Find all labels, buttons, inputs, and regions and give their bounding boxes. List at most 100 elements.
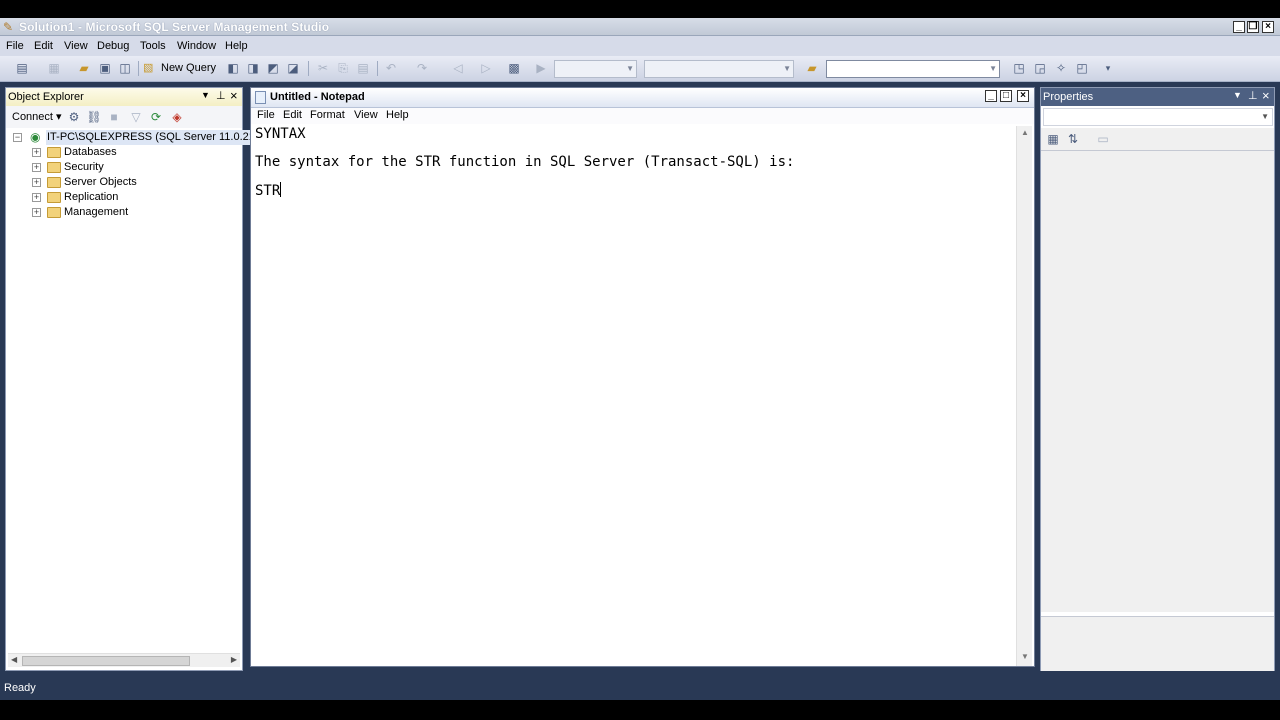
notepad-icon <box>255 91 266 104</box>
tree-item-server-objects[interactable]: + Server Objects <box>6 175 242 190</box>
pin-icon[interactable]: ⊥ <box>216 89 226 102</box>
solution-platform-combo[interactable]: ▼ <box>644 60 794 78</box>
folder-icon <box>47 177 61 188</box>
add-item-icon[interactable]: ▦ <box>46 60 62 76</box>
tree-item-label: Server Objects <box>64 176 137 188</box>
close-button[interactable]: × <box>1262 21 1274 33</box>
activity-icon[interactable]: ◈ <box>169 109 185 125</box>
scroll-down-icon[interactable]: ▼ <box>1019 652 1031 664</box>
menu-view[interactable]: View <box>64 40 88 52</box>
horizontal-scrollbar[interactable]: ◀ ▶ <box>8 653 240 667</box>
categorized-icon[interactable]: ▦ <box>1045 131 1061 147</box>
toolbar-separator <box>308 61 309 76</box>
database-engine-query-icon[interactable]: ◧ <box>225 60 241 76</box>
tree-item-databases[interactable]: + Databases <box>6 145 242 160</box>
minimize-button[interactable]: _ <box>1233 21 1245 33</box>
expand-icon[interactable]: + <box>32 208 41 217</box>
expand-icon[interactable]: + <box>32 148 41 157</box>
restore-button[interactable]: ❐ <box>1247 21 1259 33</box>
app-title-bar[interactable]: ✎ Solution1 - Microsoft SQL Server Manag… <box>0 18 1280 36</box>
object-explorer-header: Object Explorer ▼ ⊥ × <box>6 88 242 106</box>
tree-item-label: Databases <box>64 146 117 158</box>
template-explorer-icon[interactable]: ✧ <box>1053 60 1069 76</box>
panel-menu-icon[interactable]: ▼ <box>1233 90 1242 100</box>
properties-toolbar: ▦ ⇅ ▭ <box>1041 128 1274 150</box>
navigate-forward-icon[interactable]: ▷ <box>478 60 494 76</box>
copy-icon[interactable]: ⎘ <box>335 60 351 76</box>
close-icon[interactable]: × <box>1262 88 1270 103</box>
filter-icon[interactable]: ▽ <box>128 109 144 125</box>
menu-tools[interactable]: Tools <box>140 40 166 52</box>
disconnect-icon[interactable]: ⛓ <box>86 109 102 125</box>
menu-debug[interactable]: Debug <box>97 40 129 52</box>
text-line-description: The syntax for the STR function in SQL S… <box>255 154 795 170</box>
redo-icon[interactable]: ↷ <box>414 60 430 76</box>
scroll-left-icon[interactable]: ◀ <box>11 655 17 664</box>
notepad-menu-edit[interactable]: Edit <box>283 109 302 121</box>
save-all-icon[interactable]: ◫ <box>117 60 133 76</box>
properties-grid <box>1041 150 1274 612</box>
connect-button[interactable]: Connect ▾ <box>12 110 62 123</box>
collapse-icon[interactable]: − <box>13 133 22 142</box>
find-combo[interactable]: ▼ <box>826 60 1000 78</box>
undo-icon[interactable]: ↶ <box>383 60 399 76</box>
open-file-icon[interactable]: ▰ <box>76 60 92 76</box>
alphabetical-icon[interactable]: ⇅ <box>1065 131 1081 147</box>
notepad-menu-help[interactable]: Help <box>386 109 409 121</box>
scrollbar-thumb[interactable] <box>22 656 190 666</box>
notepad-vertical-scrollbar[interactable]: ▲ ▼ <box>1016 126 1032 666</box>
notepad-menu-view[interactable]: View <box>354 109 378 121</box>
toolbar-separator <box>377 61 378 76</box>
paste-icon[interactable]: ▤ <box>355 60 371 76</box>
notepad-menu-file[interactable]: File <box>257 109 275 121</box>
tree-item-security[interactable]: + Security <box>6 160 242 175</box>
solution-configuration-combo[interactable]: ▼ <box>554 60 637 78</box>
activity-monitor-icon[interactable]: ▩ <box>506 60 522 76</box>
connect-object-explorer-icon[interactable]: ⚙ <box>66 109 82 125</box>
find-in-files-icon[interactable]: ▰ <box>804 60 820 76</box>
notepad-minimize-button[interactable]: _ <box>985 90 997 102</box>
new-query-button[interactable]: ▧ New Query <box>143 60 216 77</box>
new-project-icon[interactable]: ▤ <box>14 60 30 76</box>
properties-window-icon[interactable]: ◰ <box>1074 60 1090 76</box>
chevron-down-icon: ▼ <box>626 64 634 73</box>
close-icon[interactable]: × <box>230 88 238 103</box>
expand-icon[interactable]: + <box>32 193 41 202</box>
expand-icon[interactable]: + <box>32 163 41 172</box>
scroll-up-icon[interactable]: ▲ <box>1019 128 1031 140</box>
registered-servers-icon[interactable]: ◳ <box>1011 60 1027 76</box>
save-icon[interactable]: ▣ <box>97 60 113 76</box>
xmla-query-icon[interactable]: ◪ <box>285 60 301 76</box>
server-label: IT-PC\SQLEXPRESS (SQL Server 11.0.2100 <box>46 130 269 145</box>
property-pages-icon[interactable]: ▭ <box>1095 131 1111 147</box>
notepad-close-button[interactable]: × <box>1017 90 1029 102</box>
cut-icon[interactable]: ✂ <box>315 60 331 76</box>
menu-help[interactable]: Help <box>225 40 248 52</box>
stop-icon[interactable]: ■ <box>106 109 122 125</box>
menu-window[interactable]: Window <box>177 40 216 52</box>
notepad-text-area[interactable]: SYNTAX The syntax for the STR function i… <box>253 125 1018 665</box>
menu-file[interactable]: File <box>6 40 24 52</box>
start-debugging-icon[interactable]: ▶ <box>533 60 549 76</box>
expand-icon[interactable]: + <box>32 178 41 187</box>
menu-edit[interactable]: Edit <box>34 40 53 52</box>
pin-icon[interactable]: ⊥ <box>1248 89 1258 102</box>
navigate-backward-icon[interactable]: ◁ <box>450 60 466 76</box>
tree-item-management[interactable]: + Management <box>6 205 242 220</box>
mdx-query-icon[interactable]: ◩ <box>265 60 281 76</box>
analysis-query-icon[interactable]: ◨ <box>245 60 261 76</box>
refresh-icon[interactable]: ⟳ <box>148 109 164 125</box>
notepad-menu-format[interactable]: Format <box>310 109 345 121</box>
new-query-label: New Query <box>161 62 217 74</box>
panel-menu-icon[interactable]: ▼ <box>201 90 210 100</box>
properties-object-combo[interactable]: ▼ <box>1043 108 1273 126</box>
folder-icon <box>47 192 61 203</box>
tree-item-replication[interactable]: + Replication <box>6 190 242 205</box>
toolbar-options-icon[interactable]: ▾ <box>1100 60 1116 76</box>
object-explorer-icon[interactable]: ◲ <box>1032 60 1048 76</box>
notepad-title-bar[interactable]: Untitled - Notepad _ □ × <box>251 88 1034 108</box>
scroll-right-icon[interactable]: ▶ <box>231 655 237 664</box>
status-text: Ready <box>4 682 36 694</box>
server-node[interactable]: − ◉ IT-PC\SQLEXPRESS (SQL Server 11.0.21… <box>6 130 269 145</box>
notepad-maximize-button[interactable]: □ <box>1000 90 1012 102</box>
